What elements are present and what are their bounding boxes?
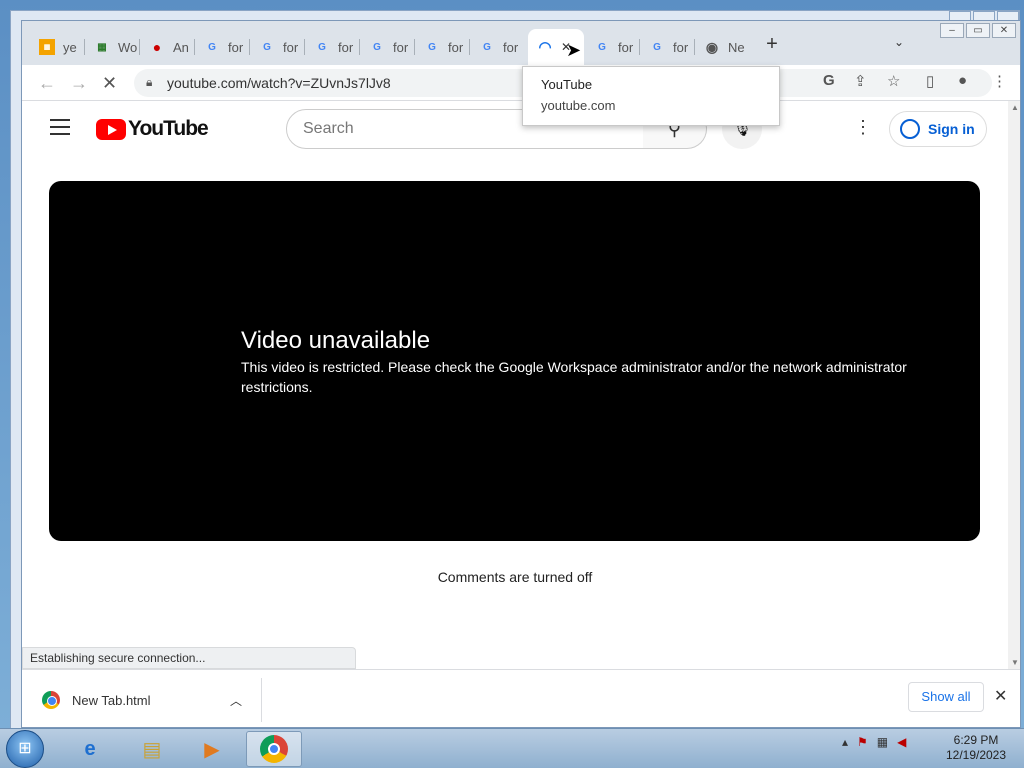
yellow-app-icon: ▦ — [39, 39, 55, 55]
tab-1[interactable]: ▦ ye — [30, 33, 85, 61]
youtube-play-icon — [96, 118, 126, 140]
google-icon: G — [598, 41, 606, 53]
internet-explorer-icon[interactable]: e — [62, 731, 118, 767]
chrome-icon: ◉ — [705, 38, 719, 55]
tab-4[interactable]: Gfor — [195, 33, 250, 61]
page-scrollbar[interactable]: ▲ ▼ — [1008, 101, 1020, 669]
youtube-logo-text: YouTube — [128, 117, 209, 140]
video-player[interactable]: Video unavailable This video is restrict… — [49, 181, 980, 541]
tab-label: for — [393, 39, 409, 55]
download-item[interactable]: New Tab.html ︿ — [42, 670, 262, 727]
maximize-button[interactable]: ▭ — [966, 23, 990, 38]
tab-7[interactable]: Gfor — [360, 33, 415, 61]
hover-card-domain: youtube.com — [541, 98, 616, 113]
media-player-icon[interactable]: ▶ — [184, 731, 240, 767]
forward-arrow-icon[interactable]: → — [70, 73, 88, 94]
mouse-cursor-icon: ➤ — [566, 40, 582, 60]
lock-icon[interactable]: 🔒︎ — [146, 75, 152, 90]
back-arrow-icon[interactable]: ← — [38, 73, 56, 94]
minimize-button[interactable]: – — [940, 23, 964, 38]
google-icon: G — [318, 41, 326, 53]
tab-12[interactable]: Gfor — [640, 33, 695, 61]
tab-label: for — [503, 39, 519, 55]
scroll-up-icon[interactable]: ▲ — [1011, 103, 1019, 112]
tab-5[interactable]: Gfor — [250, 33, 305, 61]
new-tab-button[interactable]: + — [760, 33, 784, 57]
google-icon: G — [373, 41, 381, 53]
profile-icon[interactable]: ● — [958, 72, 967, 89]
tab-label: An — [173, 39, 189, 55]
chevron-up-icon[interactable]: ︿ — [230, 692, 242, 709]
window-controls: – ▭ ✕ — [940, 23, 1016, 38]
tab-13[interactable]: ◉ Ne — [695, 33, 750, 61]
tab-label: for — [338, 39, 354, 55]
tab-label: for — [618, 39, 634, 55]
tab-search-chevron-icon[interactable]: ⌄ — [894, 35, 904, 49]
close-window-button[interactable]: ✕ — [992, 23, 1016, 38]
google-icon: G — [483, 41, 491, 53]
divider — [261, 678, 262, 722]
chrome-menu-icon[interactable]: ⋮ — [992, 72, 1007, 90]
tab-label: Ne — [728, 39, 745, 55]
show-all-button[interactable]: Show all — [908, 682, 984, 712]
tab-6[interactable]: Gfor — [305, 33, 360, 61]
volume-muted-icon[interactable]: ◀ — [897, 735, 906, 749]
system-tray: ▴ ⚑ ▦ ◀ — [842, 735, 906, 749]
chrome-file-icon — [42, 691, 60, 709]
google-icon: G — [208, 41, 216, 53]
bookmark-star-icon[interactable]: ☆ — [887, 72, 900, 90]
url-text[interactable]: youtube.com/watch?v=ZUvnJs7lJv8 — [167, 75, 391, 91]
taskbar: ⊞ e ▤ ▶ ▴ ⚑ ▦ ◀ 6:29 PM 12/19/2023 — [0, 728, 1024, 768]
tab-label: for — [228, 39, 244, 55]
side-panel-icon[interactable]: ▯ — [926, 72, 934, 90]
settings-more-icon[interactable]: ⋮ — [854, 117, 872, 138]
download-filename: New Tab.html — [72, 692, 151, 708]
tab-label: Wo — [118, 39, 138, 55]
tab-hover-card: YouTube youtube.com — [522, 66, 780, 126]
among-us-icon: ● — [152, 39, 162, 55]
clock-date: 12/19/2023 — [945, 748, 1007, 762]
close-shelf-icon[interactable]: ✕ — [994, 686, 1007, 706]
chrome-window: ▦ ye ▦ Wo ● An Gfor Gfor Gfor Gfor Gfor Gfo… — [21, 20, 1021, 728]
google-icon: G — [653, 41, 661, 53]
error-message: This video is restricted. Please check t… — [241, 359, 907, 395]
tab-strip: ▦ ye ▦ Wo ● An Gfor Gfor Gfor Gfor Gfor Gfo… — [22, 21, 1020, 65]
google-lens-icon[interactable]: G — [823, 72, 835, 89]
tab-label: for — [283, 39, 299, 55]
google-icon: G — [428, 41, 436, 53]
file-explorer-icon[interactable]: ▤ — [124, 731, 180, 767]
network-icon[interactable]: ▦ — [877, 735, 888, 749]
loading-spinner-icon: ◠ — [538, 39, 552, 56]
sign-in-button[interactable]: Sign in — [889, 111, 987, 147]
tab-label: for — [673, 39, 689, 55]
action-center-icon[interactable]: ⚑ — [857, 735, 868, 749]
clock[interactable]: 6:29 PM 12/19/2023 — [936, 733, 1016, 763]
error-title: Video unavailable — [241, 327, 431, 354]
sign-in-label: Sign in — [928, 121, 975, 137]
comments-status: Comments are turned off — [437, 569, 593, 585]
stop-loading-icon[interactable]: ✕ — [102, 73, 117, 94]
grid-icon: ▦ — [97, 41, 107, 53]
start-button[interactable]: ⊞ — [6, 730, 44, 768]
tab-3[interactable]: ● An — [140, 33, 195, 61]
tab-8[interactable]: Gfor — [415, 33, 470, 61]
youtube-page: YouTube Search ⚲ 🎙︎ ⋮ Sign in Video unav… — [22, 101, 1008, 669]
share-icon[interactable]: ⇪ — [854, 72, 867, 90]
chrome-taskbar-icon[interactable] — [246, 731, 302, 767]
tab-2[interactable]: ▦ Wo — [85, 33, 140, 61]
status-bubble: Establishing secure connection... — [22, 647, 356, 669]
youtube-logo[interactable]: YouTube — [96, 117, 209, 141]
tab-9[interactable]: Gfor — [470, 33, 525, 61]
tab-11[interactable]: Gfor — [585, 33, 640, 61]
menu-icon[interactable] — [50, 119, 70, 135]
show-hidden-icons[interactable]: ▴ — [842, 735, 848, 749]
download-shelf: New Tab.html ︿ Show all ✕ — [22, 669, 1020, 727]
tab-label: ye — [63, 39, 77, 55]
account-icon — [900, 119, 920, 139]
tab-label: for — [448, 39, 464, 55]
clock-time: 6:29 PM — [953, 733, 999, 747]
hover-card-title: YouTube — [541, 77, 593, 92]
scroll-down-icon[interactable]: ▼ — [1011, 658, 1019, 667]
google-icon: G — [263, 41, 271, 53]
